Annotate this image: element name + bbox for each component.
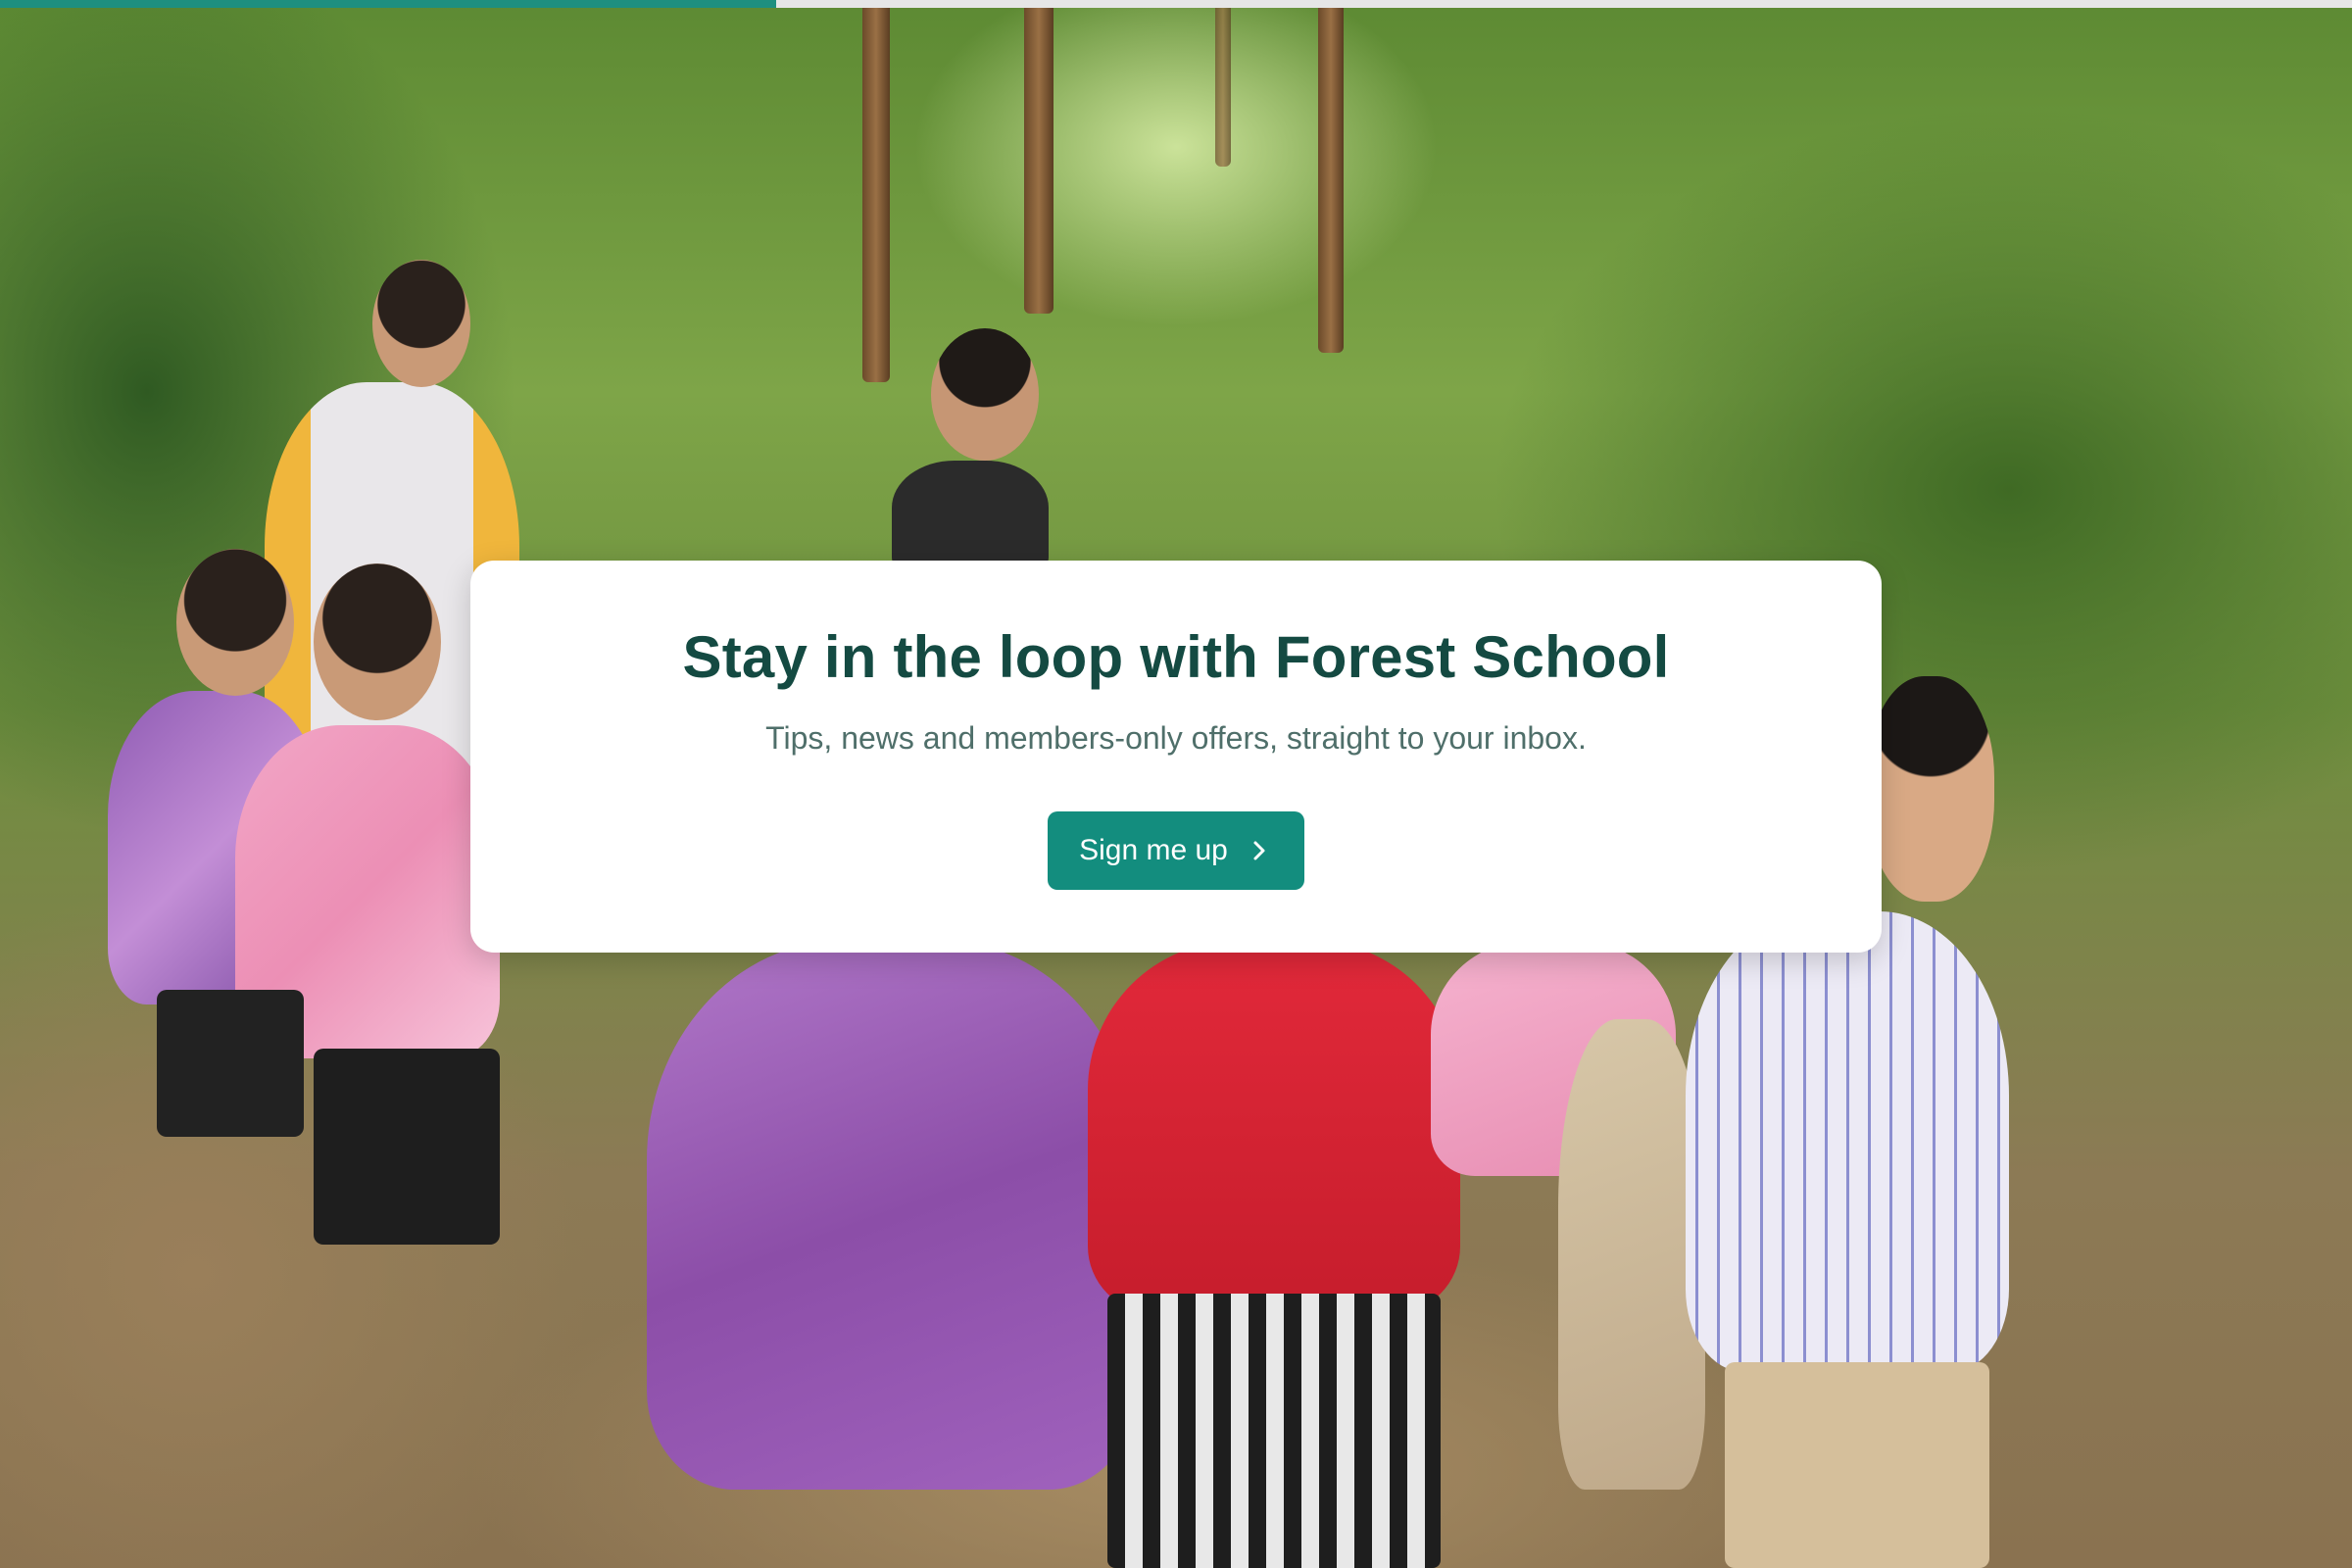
sign-up-button-label: Sign me up bbox=[1079, 834, 1228, 866]
newsletter-signup-modal: Stay in the loop with Forest School Tips… bbox=[470, 561, 1882, 953]
progress-bar bbox=[0, 0, 2352, 8]
page: Stay in the loop with Forest School Tips… bbox=[0, 0, 2352, 1568]
progress-bar-fill bbox=[0, 0, 776, 8]
sign-up-button[interactable]: Sign me up bbox=[1048, 811, 1304, 890]
chevron-right-icon bbox=[1251, 839, 1267, 862]
modal-title: Stay in the loop with Forest School bbox=[682, 624, 1670, 690]
modal-subtitle: Tips, news and members-only offers, stra… bbox=[765, 720, 1587, 756]
